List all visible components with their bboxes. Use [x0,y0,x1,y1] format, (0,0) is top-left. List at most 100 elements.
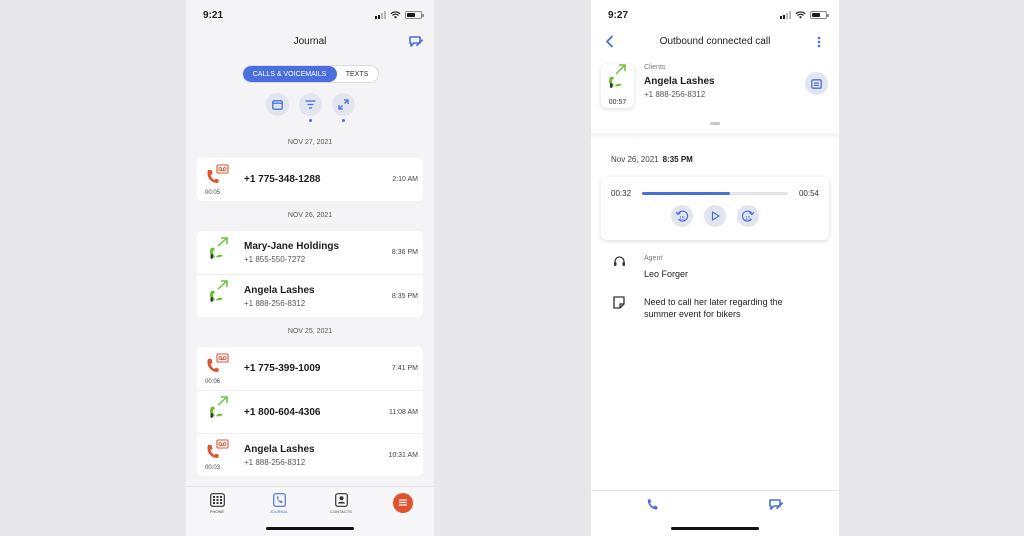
call-row[interactable]: Mary-Jane Holdings +1 855-550-7272 8:36 PM [197,231,423,274]
call-row[interactable]: 00:05 +1 775-348-1288 2:10 AM [197,158,423,201]
filter-icon [305,100,315,109]
call-type-badge: 00:57 [601,64,634,108]
journal-list: NOV 27, 2021 00:05 +1 775-348-1288 2:10 AM N… [186,128,434,476]
more-vertical-icon[interactable] [817,36,821,48]
status-icons-right [780,11,829,19]
call-header: Outbound connected call [591,30,839,54]
status-bar-right: 9:27 [591,0,839,30]
expand-active-dot [341,119,345,122]
contact-card-icon [811,78,822,89]
contact-card-button[interactable] [805,72,828,95]
voicemail-call-icon [207,352,229,372]
journal-header: Journal [186,30,434,54]
call-duration: 00:57 [608,99,627,106]
call-contact-name: Angela Lashes [244,443,315,455]
call-row-text: +1 800-604-4306 [233,407,389,418]
expand-icon [337,99,349,110]
call-row-text: Angela Lashes +1 888-256-8312 [233,285,392,308]
journal-icon [272,493,286,507]
call-contact-name: Mary-Jane Holdings [244,241,340,252]
call-contact-name: +1 800-604-4306 [244,406,321,418]
contact-name[interactable]: Angela Lashes [644,76,805,87]
rewind-seconds: 15 [679,216,685,222]
outbound-call-icon [609,64,626,88]
call-contact-number: +1 888-256-8312 [244,457,306,467]
nav-phone[interactable]: PHONE [186,487,248,536]
journal-tab-switcher: CALLS & VOICEMAILS TEXTS [241,65,379,83]
signal-icon [780,11,791,19]
rewind-15-button[interactable]: 15 [671,205,693,227]
contact-info: Clients Angela Lashes +1 888-256-8312 [634,64,805,112]
contact-card: 00:57 Clients Angela Lashes +1 888-256-8… [591,54,839,112]
menu-fab-button[interactable] [393,493,413,513]
call-group-card: Mary-Jane Holdings +1 855-550-7272 8:36 PM… [197,231,423,317]
nav-contacts-label: CONTACTS [330,509,352,514]
player-controls: 15 15 [611,205,819,227]
agent-row: Agent Leo Forger [591,255,839,280]
call-row[interactable]: 00:06 +1 775-399-1009 7:41 PM [197,347,423,390]
filter-button[interactable] [298,93,322,122]
back-chevron-icon[interactable] [605,35,614,48]
call-duration: 00:06 [205,378,221,385]
call-time: 2:10 AM [392,176,418,183]
call-group-card: 00:05 +1 775-348-1288 2:10 AM [197,158,423,201]
call-contact-number: +1 888-256-8312 [244,298,306,308]
player-progress-bar[interactable] [642,192,788,195]
play-button[interactable] [704,205,726,227]
home-indicator-right [671,527,759,530]
journal-screen: 9:21 Journal CALLS & VOICEMAILS TEXTS NO… [186,0,434,536]
home-indicator [266,527,354,530]
call-row-text: Angela Lashes +1 888-256-8312 [233,444,388,467]
calendar-filter-button[interactable] [265,93,289,116]
call-detail-screen: 9:27 Outbound connected call 00:57 Clien… [591,0,839,536]
contacts-icon [334,493,348,507]
send-message-icon[interactable] [768,498,784,512]
compose-message-icon[interactable] [408,35,424,49]
player-progress-fill [642,192,730,195]
headset-icon [613,255,627,280]
agent-name: Leo Forger [644,269,689,279]
expand-button[interactable] [331,93,355,122]
agent-label: Agent [644,255,663,262]
note-row: Need to call her later regarding the sum… [591,296,839,320]
call-back-icon[interactable] [646,498,659,511]
player-progress-row: 00:32 00:54 [611,189,819,198]
nav-journal-label: JOURNAL [269,509,289,514]
call-type-icon [205,280,233,312]
call-time: 10:31 AM [388,451,418,459]
contact-category: Clients [644,64,666,71]
call-duration: 00:03 [205,465,221,471]
rewind-15-icon: 15 [675,210,689,222]
call-type-icon: 00:05 [205,163,233,196]
status-icons [375,11,424,19]
outbound-call-icon [210,236,228,259]
contact-number: +1 888-256-8312 [644,90,706,99]
tab-texts[interactable]: TEXTS [337,66,378,82]
call-contact-number: +1 855-550-7272 [244,255,306,264]
call-row[interactable]: Angela Lashes +1 888-256-8312 8:35 PM [197,274,423,317]
player-elapsed: 00:32 [611,189,632,198]
menu-icon [399,498,407,506]
call-row[interactable]: 00:03 Angela Lashes +1 888-256-8312 10:31 A… [197,433,423,476]
call-row-text: Mary-Jane Holdings +1 855-550-7272 [233,241,392,264]
drag-handle[interactable] [710,122,720,125]
page-title-right: Outbound connected call [659,36,771,47]
dialpad-icon [209,493,225,507]
call-time: 7:41 PM [391,365,418,372]
nav-menu[interactable] [372,487,434,536]
tab-calls-voicemails[interactable]: CALLS & VOICEMAILS [242,66,337,82]
call-datetime: Nov 26, 2021 8:35 PM [591,155,839,164]
call-row[interactable]: +1 800-604-4306 11:08 AM [197,390,423,433]
call-row-text: +1 775-348-1288 [233,174,392,185]
call-group-card: 00:06 +1 775-399-1009 7:41 PM +1 800-604-43… [197,347,423,476]
outbound-call-icon [210,396,228,418]
call-time: 8:36 PM [391,249,418,256]
outbound-call-icon [210,280,228,302]
status-time-right: 9:27 [608,9,629,21]
status-time: 9:21 [203,9,224,21]
battery-icon [810,11,829,19]
battery-icon [405,11,424,19]
wifi-icon [390,11,401,19]
voicemail-call-icon [207,439,229,458]
forward-15-button[interactable]: 15 [737,205,759,227]
